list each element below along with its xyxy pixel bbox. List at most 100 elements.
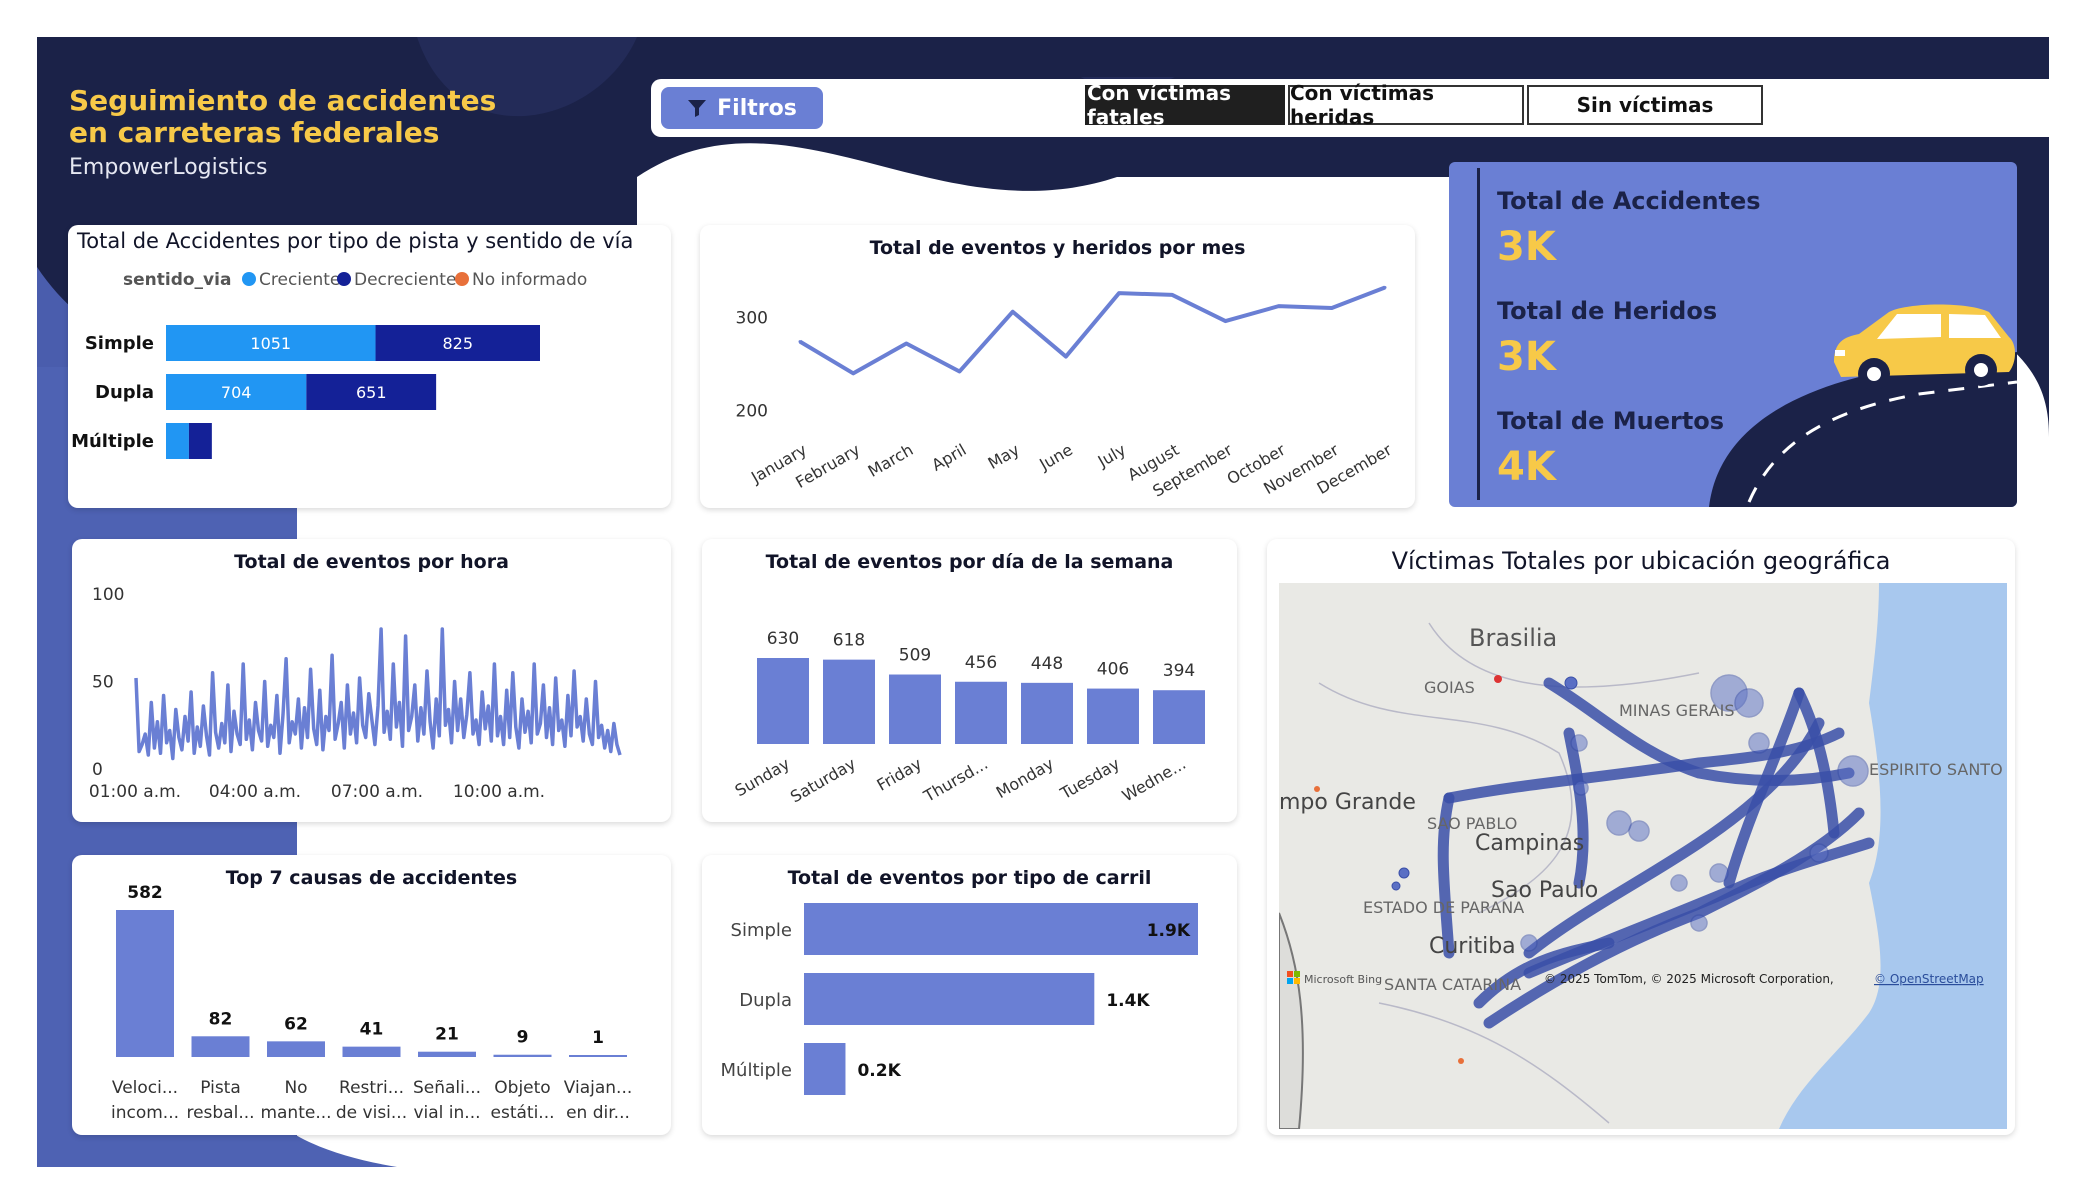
- x-tick-label: Wedne...: [1119, 754, 1189, 806]
- dashboard: Seguimiento de accidentes en carreteras …: [37, 37, 2049, 1167]
- card-events-by-weekday: Total de eventos por día de la semana 63…: [702, 539, 1237, 822]
- bar: [1021, 682, 1073, 744]
- bar-segment: [166, 423, 189, 459]
- victim-bubble: [1520, 934, 1538, 952]
- map-osm-link: © OpenStreetMap: [1874, 972, 1984, 986]
- victim-bubble: [1690, 914, 1708, 932]
- causes-bar-chart: 582 Veloci... incom... 82 Pista resbal... 62 No…: [111, 883, 633, 1123]
- legend-marker-2: [455, 272, 469, 286]
- bar-data-label: 62: [284, 1014, 308, 1034]
- series-line: [798, 285, 1386, 376]
- bar-data-label: 82: [209, 1009, 233, 1029]
- x-tick-label: resbal...: [186, 1103, 254, 1123]
- x-tick-label: Señali...: [413, 1078, 481, 1098]
- card-events-by-hour: Total de eventos por hora 0 50 100 01:00 a.…: [72, 539, 671, 822]
- data-point: [1170, 293, 1174, 297]
- victim-bubble: [1606, 810, 1632, 836]
- y-tick-label: 100: [92, 585, 124, 605]
- bar-data-label: 456: [965, 653, 997, 673]
- x-tick-label: Sunday: [732, 754, 793, 800]
- x-tick-label: April: [928, 440, 969, 475]
- tab-fatal-victims[interactable]: Con víctimas fatales: [1085, 81, 1285, 129]
- victim-bubble: [1748, 732, 1770, 754]
- map-canvas: Brasilia GOIAS MINAS GERAIS ESPIRITO SANTO m…: [1279, 583, 2007, 1129]
- victim-bubble: [1809, 843, 1829, 863]
- bing-logo-text: Microsoft Bing: [1304, 973, 1382, 986]
- victim-bubble: [1734, 688, 1764, 718]
- microsoft-logo-blue: [1287, 978, 1293, 984]
- x-tick-label: No: [284, 1078, 307, 1098]
- map-place-label: mpo Grande: [1279, 790, 1416, 815]
- bar: [569, 1055, 627, 1057]
- tab-no-victims[interactable]: Sin víctimas: [1527, 85, 1763, 125]
- victim-bubble: [1570, 734, 1588, 752]
- bar-data-label: 41: [360, 1020, 384, 1040]
- category-label: Simple: [731, 920, 792, 941]
- data-point: [1011, 310, 1015, 314]
- data-point: [798, 340, 802, 344]
- x-tick-label: incom...: [111, 1103, 179, 1123]
- x-tick-label: March: [865, 440, 917, 481]
- y-tick-label: 300: [736, 308, 768, 328]
- brand-subtitle: EmpowerLogistics: [69, 155, 268, 180]
- x-tick-label: July: [1094, 440, 1129, 471]
- weekday-bar-chart: 630 Sunday 618 Saturday 509 Friday 456 Thursd..…: [732, 629, 1205, 807]
- x-tick-label: de visi...: [336, 1103, 407, 1123]
- data-point: [958, 369, 962, 373]
- bar: [823, 659, 875, 744]
- victim-bubble: [1709, 863, 1729, 883]
- bar: [493, 1054, 552, 1057]
- victim-point: [1391, 881, 1401, 891]
- bar: [804, 1043, 846, 1095]
- hourly-line-chart: 0 50 100 01:00 a.m. 04:00 a.m. 07:00 a.m. 10:0…: [89, 585, 622, 802]
- bar: [1153, 690, 1205, 744]
- filter-icon: [688, 100, 707, 117]
- victim-bubble: [1628, 820, 1650, 842]
- map-place-label: ESTADO DE PARANA: [1363, 898, 1524, 917]
- microsoft-logo-red: [1287, 971, 1293, 977]
- x-tick-label: Saturday: [787, 754, 859, 807]
- x-tick-label: Friday: [873, 754, 925, 795]
- bar: [267, 1041, 325, 1057]
- bar-data-label: 509: [899, 646, 931, 666]
- page-title: Seguimiento de accidentes en carreteras …: [69, 85, 496, 149]
- legend-marker-0: [242, 272, 256, 286]
- map-place-label: Brasilia: [1469, 624, 1557, 652]
- y-tick-label: 50: [92, 673, 114, 693]
- x-tick-label: Restri...: [339, 1078, 404, 1098]
- bar: [889, 674, 941, 744]
- title-line-1: Seguimiento de accidentes: [69, 84, 497, 117]
- bar-data-label: 21: [435, 1025, 459, 1045]
- bar-data-label: 394: [1163, 661, 1195, 681]
- filters-button[interactable]: Filtros: [661, 87, 823, 129]
- y-tick-label: 200: [736, 402, 768, 422]
- data-point: [1277, 304, 1281, 308]
- city-marker-brasilia: [1494, 675, 1502, 683]
- category-label: Dupla: [95, 382, 154, 403]
- card-accidents-by-lane-type: Total de Accidentes por tipo de pista y …: [68, 225, 671, 508]
- bar-data-label: 1.9K: [1147, 921, 1191, 941]
- y-tick-label: 0: [92, 760, 103, 780]
- card-events-by-lane: Total de eventos por tipo de carril Simp…: [702, 855, 1237, 1135]
- bar-data-label: 1051: [250, 334, 291, 353]
- bar: [804, 903, 1198, 955]
- tab-injured-victims[interactable]: Con víctimas heridas: [1288, 81, 1524, 129]
- x-tick-label: vial in...: [413, 1103, 480, 1123]
- data-point: [904, 341, 908, 345]
- map-view[interactable]: Brasilia GOIAS MINAS GERAIS ESPIRITO SANTO m…: [1279, 583, 2007, 1129]
- bar-data-label: 1.4K: [1106, 991, 1150, 1011]
- bar-data-label: 618: [833, 631, 865, 651]
- bar: [116, 910, 174, 1057]
- road-car-illustration: [1709, 304, 2017, 507]
- monthly-line-chart: 200300JanuaryFebruary March April May June Ju…: [736, 285, 1395, 501]
- bar: [418, 1051, 476, 1057]
- x-tick-label: Monday: [993, 754, 1057, 802]
- category-label: Simple: [85, 333, 154, 354]
- map-place-label: Campinas: [1475, 831, 1584, 856]
- victim-bubble: [1670, 874, 1688, 892]
- legend-label-1: Decreciente: [354, 270, 456, 290]
- x-tick-label: Viajan...: [564, 1078, 633, 1098]
- x-tick-label: Veloci...: [112, 1078, 178, 1098]
- map-place-label: GOIAS: [1424, 678, 1475, 697]
- bar-data-label: 1: [592, 1028, 604, 1048]
